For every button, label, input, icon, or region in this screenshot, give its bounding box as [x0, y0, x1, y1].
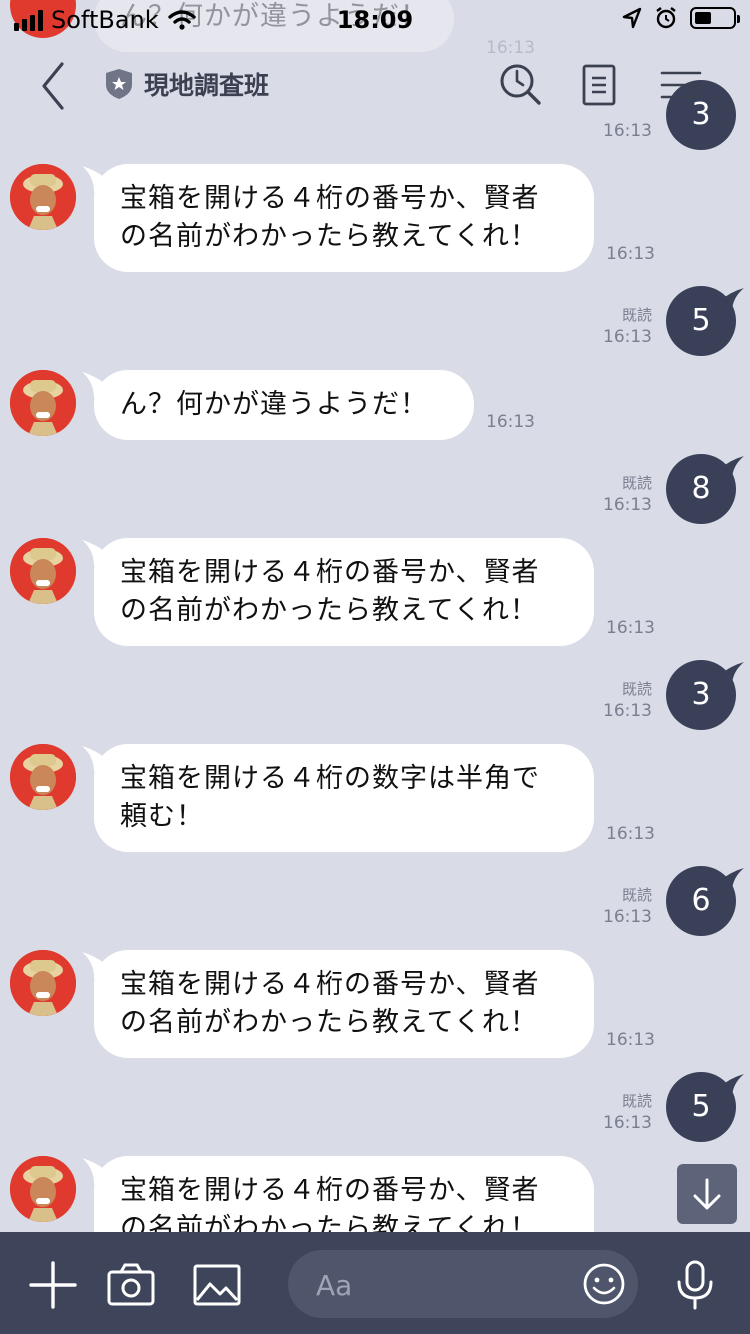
- message-input-container[interactable]: [288, 1250, 638, 1318]
- message-time: 16:13: [606, 824, 655, 844]
- avatar[interactable]: [10, 370, 76, 436]
- chat-screen: ん？何かが違うようだ！ 16:13 16:13 3 宝箱を開ける４桁の番号か、賢…: [0, 0, 750, 1334]
- message-time: 16:13: [603, 495, 652, 515]
- message-bubble[interactable]: 宝箱を開ける４桁の番号か、賢者 の名前がわかったら教えてくれ！: [94, 538, 594, 646]
- image-icon: [193, 1264, 241, 1306]
- message-meta: 既読 16:13: [603, 472, 652, 516]
- shield-star-icon: [106, 69, 132, 99]
- message-meta: 既読 16:13: [603, 304, 652, 348]
- message-meta: 既読 16:13: [603, 884, 652, 928]
- scroll-to-bottom-button[interactable]: [677, 1164, 737, 1224]
- alarm-icon: [656, 7, 676, 29]
- microphone-button[interactable]: [670, 1260, 720, 1310]
- avatar[interactable]: [10, 744, 76, 810]
- avatar[interactable]: [10, 164, 76, 230]
- message-time: 16:13: [603, 907, 652, 927]
- read-receipt: 既読: [621, 886, 652, 904]
- message-bubble-out[interactable]: 8: [666, 454, 736, 524]
- message-input[interactable]: [314, 1260, 568, 1310]
- message-time: 16:13: [606, 244, 655, 264]
- explorer-avatar-icon: [10, 744, 76, 810]
- arrow-down-icon: [693, 1178, 721, 1210]
- plus-icon: [29, 1261, 77, 1309]
- read-receipt: 既読: [621, 474, 652, 492]
- message-meta: 既読 16:13: [603, 1090, 652, 1134]
- search-button[interactable]: [496, 60, 546, 110]
- message-bubble[interactable]: 宝箱を開ける４桁の番号か、賢者 の名前がわかったら教えてくれ！: [94, 164, 594, 272]
- avatar[interactable]: [10, 950, 76, 1016]
- message-bubble-out[interactable]: 5: [666, 286, 736, 356]
- explorer-avatar-icon: [10, 950, 76, 1016]
- message-bubble[interactable]: ん？何かが違うようだ！: [94, 370, 474, 440]
- message-bubble-out[interactable]: 5: [666, 1072, 736, 1142]
- message-time: 16:13: [606, 618, 655, 638]
- status-bar: SoftBank 18:09: [0, 0, 750, 40]
- status-right: [622, 6, 740, 30]
- notes-button[interactable]: [574, 60, 624, 110]
- message-time: 16:13: [603, 701, 652, 721]
- back-button[interactable]: [28, 58, 78, 114]
- read-receipt: 既読: [621, 306, 652, 324]
- emoji-button[interactable]: [582, 1262, 626, 1306]
- microphone-icon: [677, 1260, 713, 1310]
- read-receipt: 既読: [621, 680, 652, 698]
- explorer-avatar-icon: [10, 164, 76, 230]
- chat-title: 現地調査班: [144, 71, 270, 100]
- explorer-avatar-icon: [10, 538, 76, 604]
- message-time: 16:13: [603, 327, 652, 347]
- explorer-avatar-icon: [10, 1156, 76, 1222]
- message-bubble[interactable]: 宝箱を開ける４桁の番号か、賢者 の名前がわかったら教えてくれ！: [94, 950, 594, 1058]
- image-button[interactable]: [192, 1260, 242, 1310]
- camera-button[interactable]: [106, 1260, 156, 1310]
- hamburger-menu-icon: [660, 71, 702, 99]
- chat-header: 現地調査班: [0, 40, 750, 130]
- message-bubble-out[interactable]: 6: [666, 866, 736, 936]
- location-icon: [622, 7, 642, 29]
- search-icon: [500, 64, 541, 105]
- camera-icon: [107, 1263, 155, 1306]
- message-list[interactable]: ん？何かが違うようだ！ 16:13 16:13 3 宝箱を開ける４桁の番号か、賢…: [0, 0, 750, 1232]
- message-bubble[interactable]: 宝箱を開ける４桁の番号か、賢者 の名前がわかったら教えてくれ！: [94, 1156, 594, 1232]
- chevron-left-icon: [42, 62, 64, 110]
- explorer-avatar-icon: [10, 370, 76, 436]
- input-toolbar: [0, 1232, 750, 1334]
- avatar[interactable]: [10, 538, 76, 604]
- message-time: 16:13: [486, 412, 535, 432]
- message-time: 16:13: [603, 1113, 652, 1133]
- menu-button[interactable]: [656, 60, 706, 110]
- message-bubble[interactable]: 宝箱を開ける４桁の数字は半角で 頼む！: [94, 744, 594, 852]
- chat-title-group[interactable]: 現地調査班: [104, 66, 269, 102]
- message-meta: 既読 16:13: [603, 678, 652, 722]
- notes-icon: [582, 64, 616, 106]
- emoji-icon: [583, 1263, 625, 1305]
- add-button[interactable]: [28, 1260, 78, 1310]
- message-bubble-out[interactable]: 3: [666, 660, 736, 730]
- read-receipt: 既読: [621, 1092, 652, 1110]
- avatar[interactable]: [10, 1156, 76, 1222]
- battery-icon: [690, 7, 740, 29]
- message-time: 16:13: [606, 1030, 655, 1050]
